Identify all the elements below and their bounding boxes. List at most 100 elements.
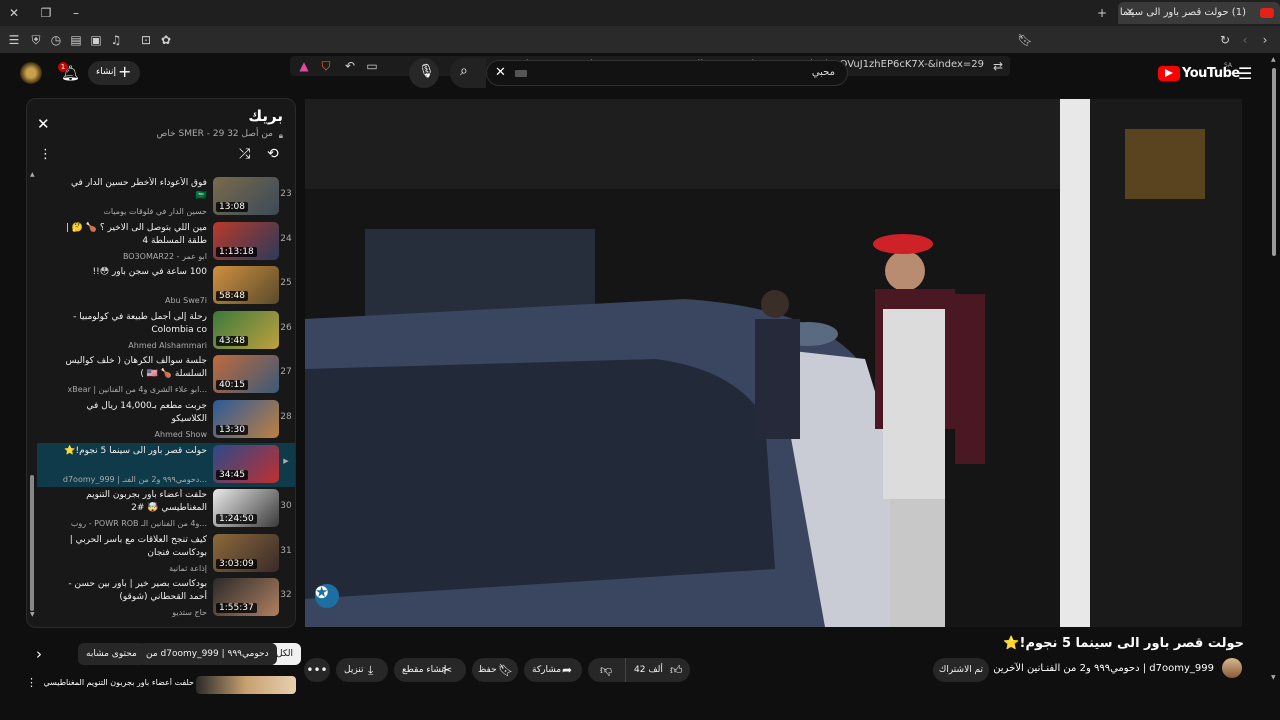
create-label: إنشاء [96,67,117,77]
reader-icon[interactable]: ▭ [364,58,380,74]
keyboard-icon[interactable] [515,70,527,77]
guide-menu-icon[interactable]: ☰ [1238,64,1252,83]
save-button[interactable]: 🔖︎ حفظ [472,658,518,682]
account-avatar[interactable] [20,62,42,84]
channel-avatar[interactable] [1222,658,1242,678]
playlist-item-duration: 1:55:37 [216,603,257,614]
playlist-item-duration: 58:48 [216,291,248,302]
more-horizontal-icon: ••• [306,663,328,677]
search-box[interactable]: ✕ محبي [486,60,848,86]
now-playing-icon: ▶ [283,456,289,465]
playlist-item[interactable]: 28 13:30 جربت مطعم بـ14,000 ريال في الكلاس… [37,398,295,442]
playlist-item-index: 26 [280,322,292,333]
scroll-down-icon[interactable]: ▼ [30,611,35,618]
playlist-item-channel: d7oomy_999 | دحومي٩٩٩ و2 من الفنـ... [62,474,207,484]
back-icon[interactable]: ‹ [1237,32,1253,48]
tabs-icon[interactable]: ▤ [68,32,84,48]
page-scroll-thumb[interactable] [1272,68,1276,256]
playlist-item-index: 30 [280,501,292,512]
vpn-icon[interactable]: ▲ [296,58,312,74]
voice-search-button[interactable]: 🎙︎ [409,58,439,88]
music-icon[interactable]: ♫ [108,32,124,48]
channel-watermark-icon[interactable]: ✪ [315,583,328,602]
playlist-item-index: 27 [280,367,292,378]
playlist-item-channel: حسين الدار في فلوقات يوميات [103,207,207,216]
playlist-panel: بريك خاص SMER - 29 من أصل 32 🔒︎ ✕ ⋮ ⤮ ⟲ … [26,98,296,628]
back-history-icon[interactable]: ↶ [342,58,358,74]
playlist-item[interactable]: 26 43:48 رحلة إلى أجمل طبيعة في كولومبيا -… [37,309,295,353]
playlist-item-duration: 13:08 [216,202,248,212]
playlist-item[interactable]: 25 58:48 100 ساعة في سجن باور 😳!! Abu Swe7i [37,264,295,308]
video-player[interactable]: ✪ [305,99,1242,627]
play-triangle-icon [1165,69,1173,77]
chip-from-channel[interactable]: من d7oomy_999 | دحومي٩٩٩ [138,643,277,665]
youtube-logo[interactable]: YouTube SA [1158,62,1240,82]
scroll-up-icon[interactable]: ▲ [30,171,35,178]
playlist-scrollbar[interactable]: ▲ ▼ [30,171,35,618]
page-scroll-down-icon[interactable]: ▼ [1271,674,1276,681]
playlist-item[interactable]: 23 13:08 فوق الأعوداء الأخطر حسين الدار في… [37,175,295,219]
recommendation-row[interactable]: ⋮ حلفت أعضاء باور بجربون التنويم المغناط… [26,674,296,694]
close-tab-icon[interactable]: ✕ [1122,5,1138,21]
search-input[interactable]: محبي [812,67,835,78]
playlist-item-channel: Ahmed Show [154,430,207,439]
chips-next-icon[interactable]: › [36,645,42,663]
subscribed-button[interactable]: تم الاشتراك [933,658,989,682]
more-actions-button[interactable]: ••• [304,658,330,682]
browser-tab[interactable]: ✕ (1) حولت قصر باور الى سينما 5 [1118,2,1280,24]
download-icon: ⤓ [368,663,374,677]
sidebar-icon[interactable]: ▣ [88,32,104,48]
channel-name[interactable]: d7oomy_999 | دحومي٩٩٩ و2 من الفنـانين ال… [993,663,1214,674]
minimize-window-icon[interactable]: – [68,5,84,21]
share-button[interactable]: ➦ مشاركة [524,658,582,682]
site-settings-icon[interactable]: ⇄ [990,58,1006,74]
playlist-item-duration: 40:15 [216,380,248,391]
more-options-icon[interactable]: ⋮ [39,147,52,162]
playlist-item[interactable]: 30 1:24:50 حلفت أعضاء باور بجربون التنويم … [37,487,295,531]
browser-toolbar: ☰ ⛨ ◷ ▤ ▣ ♫ ⊡ ✿ ▲ ⛉ ↶ ▭ youtube.com/watc… [0,26,1280,76]
recommendation-title: حلفت أعضاء باور بجربون التنويم المغناطيس… [44,678,194,687]
shield-icon[interactable]: ⛨ [28,32,44,48]
page-scroll-up-icon[interactable]: ▲ [1271,56,1276,63]
page-scrollbar[interactable]: ▲ ▼ [1271,56,1277,681]
playlist-item-thumbnail: 1:13:18 [213,221,279,260]
playlist-item-duration: 1:24:50 [216,514,257,525]
like-button[interactable]: 42 ألف 👍︎ [626,658,690,682]
lock-icon: 🔒︎ [278,131,283,140]
clip-button[interactable]: ✂ إنشاء مقطع [394,658,466,682]
notifications-button[interactable]: 🔔︎ 1 [58,62,80,84]
recommendation-more-icon[interactable]: ⋮ [26,676,37,689]
save-label: حفظ [478,665,497,675]
playlist-item[interactable]: ▶ 34:45 حولت قصر باور الى سينما 5 نجوم!⭐ d7… [37,442,295,487]
close-playlist-icon[interactable]: ✕ [37,115,50,133]
extensions-icon[interactable]: ✿ [158,32,174,48]
create-button[interactable]: + إنشاء [88,61,140,85]
screenshot-icon[interactable]: ⊡ [138,32,154,48]
search-button[interactable]: ⌕ [450,58,486,88]
loop-icon[interactable]: ⟲ [267,146,279,162]
playlist-item[interactable]: 32 1:55:37 بودكاست بصير خير | باور بين حسن… [37,576,295,620]
playlist-item-duration: 34:45 [216,469,248,480]
playlist-item-title: مين اللي بتوصل الى الاخير ؟ 🍗 🤔 | طلقة ا… [65,222,207,246]
forward-icon[interactable]: › [1257,32,1273,48]
playlist-item[interactable]: 31 3:03:09 كيف تنجح العلاقات مع باسر الحرب… [37,532,295,576]
playlist-item[interactable]: 27 40:15 جلسة سوالف الكرهان ( خلف كواليس ا… [37,353,295,397]
video-title: حولت قصر باور الى سينما 5 نجوم!⭐ [1003,636,1244,651]
dislike-button[interactable]: 👎︎ [588,658,626,682]
restore-window-icon[interactable]: ❐ [38,5,54,21]
scroll-thumb[interactable] [30,475,34,611]
download-button[interactable]: ⤓ تنزيل [336,658,388,682]
thumbs-down-icon: 👎︎ [600,663,613,677]
clear-search-icon[interactable]: ✕ [495,65,506,80]
close-window-icon[interactable]: ✕ [6,5,22,21]
playlist-item-channel: Ahmed Alshammari [128,340,207,350]
playlist-item[interactable]: 24 1:13:18 مين اللي بتوصل الى الاخير ؟ 🍗 🤔… [37,220,295,264]
new-tab-icon[interactable]: + [1094,5,1110,21]
history-icon[interactable]: ◷ [48,32,64,48]
brave-shield-icon[interactable]: ⛉ [318,58,334,74]
chip-related[interactable]: محتوى مشابه [78,643,145,665]
reload-icon[interactable]: ↻ [1217,32,1233,48]
shuffle-icon[interactable]: ⤮ [239,146,250,162]
menu-icon[interactable]: ☰ [6,32,22,48]
bookmark-icon[interactable]: 🔖︎ [1017,32,1033,48]
